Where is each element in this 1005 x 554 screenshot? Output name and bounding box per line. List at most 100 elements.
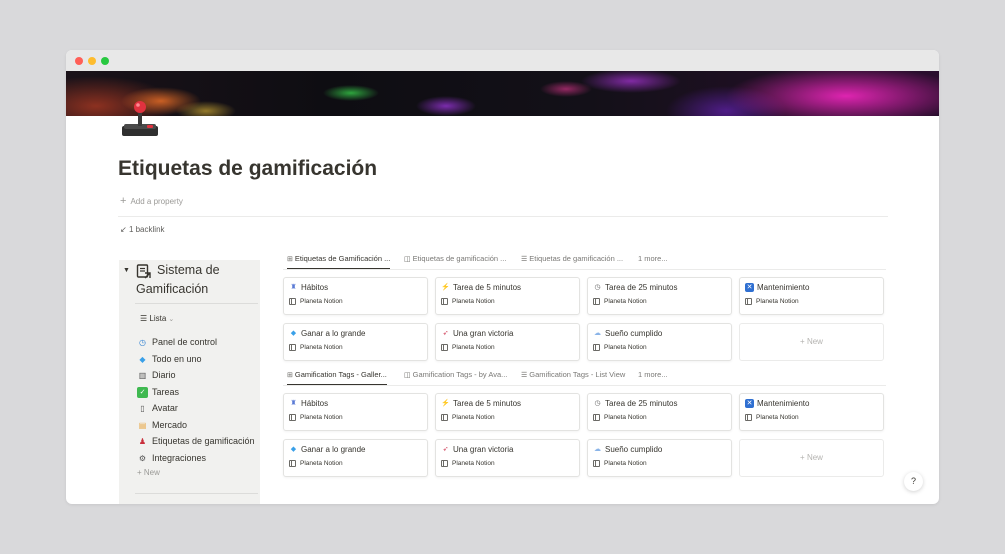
checkbox-icon: ✓ (137, 386, 148, 398)
page-title: Etiquetas de gamificación (118, 157, 378, 180)
journal-icon: ▥ (138, 370, 147, 380)
dashboard-icon: ◷ (139, 337, 146, 347)
gallery-card[interactable]: ➶ Una gran victoria Planeta Notion (435, 439, 580, 477)
sidebar-item-panel-de-control[interactable]: ◷ Panel de control (137, 335, 257, 349)
chevron-down-icon: ⌄ (168, 316, 175, 323)
page-icon (289, 298, 296, 305)
sidebar-item-diario[interactable]: ▥ Diario (137, 368, 257, 382)
joystick-icon: ♟ (138, 436, 147, 446)
diamond-icon: ◆ (290, 330, 297, 337)
more-views-button[interactable]: 1 more... (638, 369, 668, 385)
browser-window: Etiquetas de gamificación + Add a propert… (66, 50, 939, 504)
rocket-icon: ➶ (442, 330, 449, 337)
habits-icon: ♜ (290, 400, 297, 407)
sidebar-item-avatar[interactable]: ▯ Avatar (137, 401, 257, 415)
new-card-button[interactable]: + New (739, 323, 884, 361)
gear-icon: ⚙ (138, 453, 147, 463)
gallery-card[interactable]: ⚡ Tarea de 5 minutos Planeta Notion (435, 393, 580, 431)
gallery-card[interactable]: ◆ Ganar a lo grande Planeta Notion (283, 439, 428, 477)
gallery-card[interactable]: ◆ Ganar a lo grande Planeta Notion (283, 323, 428, 361)
page-icon (745, 414, 752, 421)
page-icon (593, 344, 600, 351)
page-cover-image (66, 71, 939, 116)
gallery-card[interactable]: ◷ Tarea de 25 minutos Planeta Notion (587, 277, 732, 315)
sidebar-header: ▼ Sistema de Gamificación (119, 260, 260, 305)
page-icon (745, 298, 752, 305)
lightning-icon: ⚡ (441, 400, 450, 407)
toggle-triangle-icon[interactable]: ▼ (123, 267, 130, 274)
sidebar-item-mercado[interactable]: ▤ Mercado (137, 418, 257, 432)
list-icon: ☰ (140, 314, 150, 323)
new-card-button[interactable]: + New (739, 439, 884, 477)
page-icon (441, 298, 448, 305)
lightning-icon: ⚡ (441, 284, 450, 291)
view-tabs-1: ⊞ Etiquetas de Gamificación ... ◫ Etiqueta… (283, 253, 886, 269)
page-icon (441, 460, 448, 467)
help-button[interactable]: ? (904, 472, 923, 491)
divider (118, 216, 888, 217)
sidebar-item-todo-en-uno[interactable]: ◆ Todo en uno (137, 352, 257, 366)
maximize-window-button[interactable] (101, 57, 109, 65)
gallery-card[interactable]: ♜ Hábitos Planeta Notion (283, 393, 428, 431)
backlink-link[interactable]: ↙ 1 backlink (120, 225, 165, 234)
window-titlebar (66, 50, 939, 71)
tab-board-view[interactable]: ◫ Etiquetas de gamificación ... (404, 253, 506, 269)
sidebar-item-tareas[interactable]: ✓ Tareas (137, 385, 257, 399)
gallery-card[interactable]: ✕ Mantenimiento Planeta Notion (739, 277, 884, 315)
market-icon: ▤ (138, 420, 147, 430)
joystick-icon[interactable] (118, 96, 162, 140)
sidebar-new-button[interactable]: + New (137, 468, 160, 477)
view-tabs-2: ⊞ Gamification Tags - Galler... ◫ Gamifica… (283, 369, 886, 385)
habits-icon: ♜ (290, 284, 297, 291)
gallery-card[interactable]: ◷ Tarea de 25 minutos Planeta Notion (587, 393, 732, 431)
divider (135, 303, 258, 304)
page-icon (441, 414, 448, 421)
close-window-button[interactable] (75, 57, 83, 65)
cloud-icon: ☁ (594, 330, 601, 337)
tab-gallery-view[interactable]: ⊞ Gamification Tags - Galler... (287, 369, 387, 385)
page-icon (289, 460, 296, 467)
page-icon (289, 344, 296, 351)
gallery-card[interactable]: ☁ Sueño cumplido Planeta Notion (587, 439, 732, 477)
divider (283, 269, 886, 270)
maintenance-icon: ✕ (745, 399, 754, 408)
gallery-card[interactable]: ✕ Mantenimiento Planeta Notion (739, 393, 884, 431)
tab-gallery-view[interactable]: ⊞ Etiquetas de Gamificación ... (287, 253, 391, 269)
minimize-window-button[interactable] (88, 57, 96, 65)
clock-icon: ◷ (594, 284, 601, 291)
tab-board-view[interactable]: ◫ Gamification Tags - by Ava... (404, 369, 507, 385)
diamond-icon: ◆ (290, 446, 297, 453)
maintenance-icon: ✕ (745, 283, 754, 292)
tab-list-view[interactable]: ☰ Gamification Tags - List View (521, 369, 625, 385)
clock-icon: ◷ (594, 400, 601, 407)
divider (283, 385, 886, 386)
gallery-card[interactable]: ⚡ Tarea de 5 minutos Planeta Notion (435, 277, 580, 315)
backlink-arrow-icon: ↙ (120, 225, 129, 234)
page-icon (593, 298, 600, 305)
gallery-card[interactable]: ➶ Una gran victoria Planeta Notion (435, 323, 580, 361)
rocket-icon: ➶ (442, 446, 449, 453)
diamond-icon: ◆ (139, 354, 146, 364)
add-property-button[interactable]: + Add a property (120, 195, 183, 207)
page-icon (441, 344, 448, 351)
gallery-card[interactable]: ☁ Sueño cumplido Planeta Notion (587, 323, 732, 361)
linked-page-icon (136, 264, 151, 279)
plus-icon: + (120, 195, 127, 207)
more-views-button[interactable]: 1 more... (638, 253, 668, 269)
page-icon (593, 414, 600, 421)
gallery-icon: ⊞ (287, 372, 293, 379)
gallery-card[interactable]: ♜ Hábitos Planeta Notion (283, 277, 428, 315)
board-icon: ◫ (404, 256, 411, 263)
sidebar-title[interactable]: Sistema de Gamificación (136, 261, 258, 299)
sidebar-item-integraciones[interactable]: ⚙ Integraciones (137, 451, 257, 465)
page-icon (289, 414, 296, 421)
list-icon: ☰ (521, 372, 528, 379)
tab-list-view[interactable]: ☰ Etiquetas de gamificación ... (521, 253, 623, 269)
linked-page-sidebar: ▼ Sistema de Gamificación ☰ Lista ⌄ ◷ Pane… (119, 260, 260, 504)
sidebar-item-etiquetas[interactable]: ♟ Etiquetas de gamificación (137, 434, 257, 448)
view-selector[interactable]: ☰ Lista ⌄ (140, 314, 174, 323)
gallery-icon: ⊞ (287, 256, 293, 263)
list-icon: ☰ (521, 256, 528, 263)
page-icon: ▯ (140, 403, 145, 413)
page-icon (593, 460, 600, 467)
